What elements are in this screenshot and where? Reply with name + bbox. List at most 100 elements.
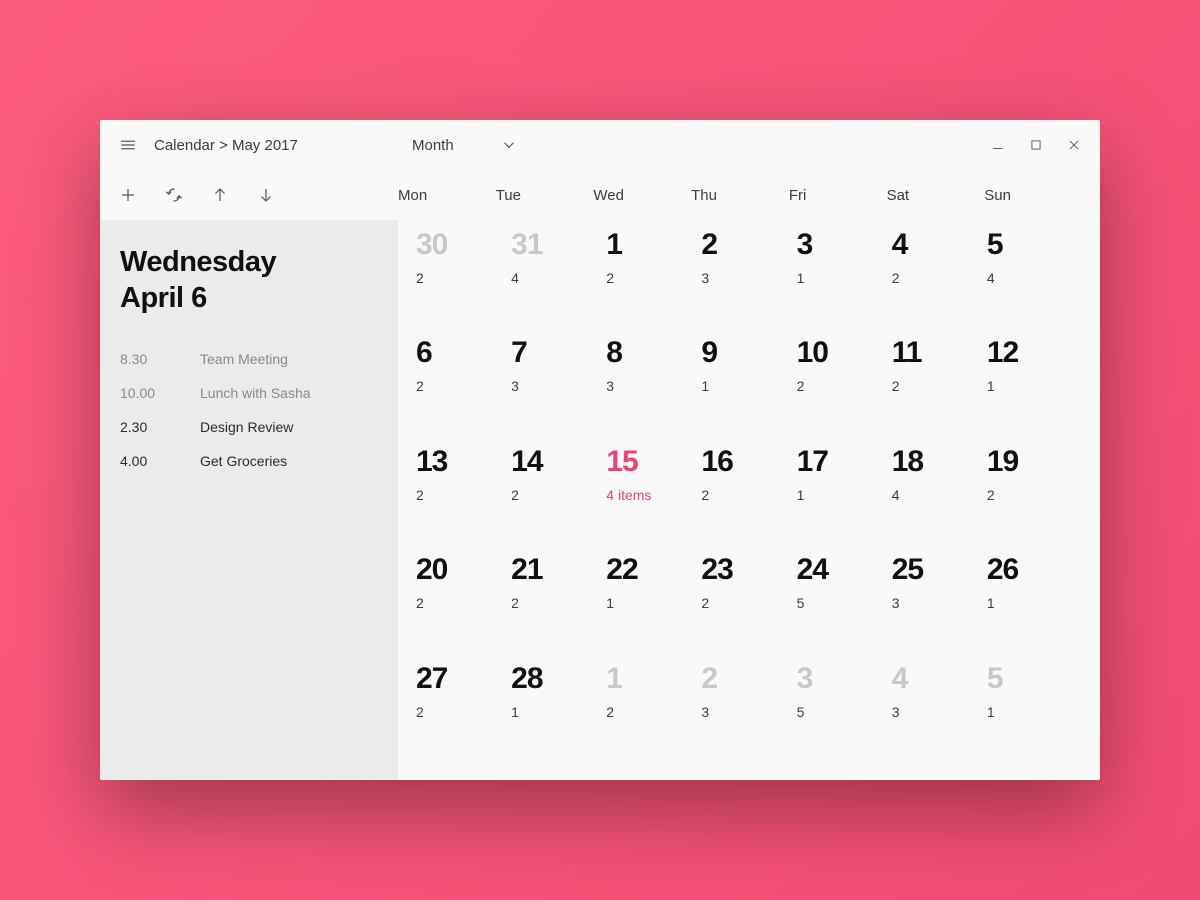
calendar-day-count: 3 bbox=[606, 378, 701, 394]
calendar-day-count: 1 bbox=[987, 378, 1082, 394]
agenda-item[interactable]: 2.30Design Review bbox=[120, 419, 378, 435]
close-button[interactable] bbox=[1066, 137, 1082, 153]
calendar-day-cell[interactable]: 202 bbox=[416, 549, 511, 657]
breadcrumb[interactable]: Calendar > May 2017 bbox=[154, 137, 298, 154]
calendar-day-number: 31 bbox=[511, 230, 606, 260]
next-button[interactable] bbox=[256, 185, 276, 205]
calendar-day-number: 27 bbox=[416, 664, 511, 694]
calendar-day-count: 2 bbox=[416, 487, 511, 503]
calendar-day-count: 2 bbox=[606, 704, 701, 720]
menu-icon[interactable] bbox=[118, 135, 138, 155]
calendar-day-count: 2 bbox=[797, 378, 892, 394]
calendar-day-count: 2 bbox=[701, 487, 796, 503]
sync-button[interactable] bbox=[164, 185, 184, 205]
agenda-item-label: Lunch with Sasha bbox=[200, 385, 311, 401]
calendar-day-cell[interactable]: 112 bbox=[892, 332, 987, 440]
calendar-day-count: 1 bbox=[987, 704, 1082, 720]
calendar-day-cell[interactable]: 261 bbox=[987, 549, 1082, 657]
calendar-day-number: 1 bbox=[606, 664, 701, 694]
selected-day-date: April 6 bbox=[120, 282, 207, 314]
calendar-day-cell[interactable]: 281 bbox=[511, 658, 606, 766]
calendar-day-cell[interactable]: 54 bbox=[987, 224, 1082, 332]
calendar-day-cell[interactable]: 253 bbox=[892, 549, 987, 657]
calendar-day-cell[interactable]: 221 bbox=[606, 549, 701, 657]
calendar-day-cell[interactable]: 42 bbox=[892, 224, 987, 332]
weekday-header: Fri bbox=[789, 187, 887, 204]
calendar-day-number: 26 bbox=[987, 555, 1082, 585]
calendar-day-cell[interactable]: 51 bbox=[987, 658, 1082, 766]
add-event-button[interactable] bbox=[118, 185, 138, 205]
calendar-day-number: 12 bbox=[987, 338, 1082, 368]
calendar-day-cell[interactable]: 192 bbox=[987, 441, 1082, 549]
calendar-day-cell[interactable]: 142 bbox=[511, 441, 606, 549]
calendar-day-cell[interactable]: 83 bbox=[606, 332, 701, 440]
calendar-day-count: 1 bbox=[606, 595, 701, 611]
calendar-day-cell[interactable]: 12 1 bbox=[987, 332, 1082, 440]
calendar-day-cell[interactable]: 12 bbox=[606, 224, 701, 332]
agenda-list: 8.30Team Meeting 10.00 Lunch with Sasha 2.3… bbox=[120, 351, 378, 469]
calendar-day-cell[interactable]: 18 4 bbox=[892, 441, 987, 549]
calendar-day-count: 3 bbox=[701, 270, 796, 286]
calendar-day-cell[interactable]: 24 5 bbox=[797, 549, 892, 657]
calendar-day-cell[interactable]: 162 bbox=[701, 441, 796, 549]
view-selector-label: Month bbox=[412, 137, 454, 154]
calendar-day-number: 4 bbox=[892, 664, 987, 694]
calendar-day-count: 2 bbox=[416, 378, 511, 394]
app-window: Calendar > May 2017 Month bbox=[100, 120, 1100, 780]
calendar-day-cell[interactable]: 154 items bbox=[606, 441, 701, 549]
calendar-day-cell[interactable]: 212 bbox=[511, 549, 606, 657]
titlebar: Calendar > May 2017 Month bbox=[100, 120, 1100, 170]
calendar-day-cell[interactable]: 43 bbox=[892, 658, 987, 766]
calendar-day-number: 20 bbox=[416, 555, 511, 585]
selected-day-title: Wednesday April 6 bbox=[120, 244, 378, 317]
agenda-item-time: 10.00 bbox=[120, 385, 194, 401]
arrow-down-icon bbox=[257, 186, 275, 204]
calendar-day-count: 2 bbox=[892, 270, 987, 286]
prev-button[interactable] bbox=[210, 185, 230, 205]
sync-icon bbox=[165, 186, 183, 204]
calendar-day-number: 21 bbox=[511, 555, 606, 585]
calendar-day-cell[interactable]: 302 bbox=[416, 224, 511, 332]
agenda-item[interactable]: 8.30Team Meeting bbox=[120, 351, 378, 367]
weekday-header: Tue bbox=[496, 187, 594, 204]
agenda-item[interactable]: 10.00 Lunch with Sasha bbox=[120, 385, 378, 401]
calendar-day-number: 30 bbox=[416, 230, 511, 260]
calendar-day-number: 24 bbox=[797, 555, 892, 585]
calendar-day-count: 1 bbox=[701, 378, 796, 394]
view-selector[interactable]: Month bbox=[412, 136, 518, 154]
calendar-day-cell[interactable]: 132 bbox=[416, 441, 511, 549]
calendar-day-cell[interactable]: 171 bbox=[797, 441, 892, 549]
calendar-day-cell[interactable]: 12 bbox=[606, 658, 701, 766]
calendar-day-number: 3 bbox=[797, 664, 892, 694]
calendar-day-count: 5 bbox=[797, 595, 892, 611]
weekday-header: Sat bbox=[887, 187, 985, 204]
calendar-day-count: 5 bbox=[797, 704, 892, 720]
agenda-item-time: 2.30 bbox=[120, 419, 194, 435]
calendar-day-count: 3 bbox=[892, 595, 987, 611]
agenda-item-label: Team Meeting bbox=[200, 351, 288, 367]
calendar-day-count: 3 bbox=[892, 704, 987, 720]
calendar-grid: 3023141223314254627383911021121211321421… bbox=[398, 220, 1100, 780]
maximize-button[interactable] bbox=[1028, 137, 1044, 153]
calendar-day-number: 18 bbox=[892, 447, 987, 477]
calendar-day-cell[interactable]: 23 bbox=[701, 658, 796, 766]
calendar-day-count: 4 bbox=[892, 487, 987, 503]
calendar-day-cell[interactable]: 73 bbox=[511, 332, 606, 440]
calendar-day-cell[interactable]: 272 bbox=[416, 658, 511, 766]
calendar-day-cell[interactable]: 35 bbox=[797, 658, 892, 766]
calendar-day-cell[interactable]: 31 bbox=[797, 224, 892, 332]
calendar-day-number: 11 bbox=[892, 338, 987, 368]
weekday-header: Thu bbox=[691, 187, 789, 204]
calendar-day-cell[interactable]: 232 bbox=[701, 549, 796, 657]
calendar-day-cell[interactable]: 23 bbox=[701, 224, 796, 332]
calendar-day-cell[interactable]: 102 bbox=[797, 332, 892, 440]
calendar-day-cell[interactable]: 314 bbox=[511, 224, 606, 332]
calendar-day-cell[interactable]: 91 bbox=[701, 332, 796, 440]
weekday-header: Sun bbox=[984, 187, 1082, 204]
weekday-header-row: MonTueWedThuFriSatSun bbox=[398, 187, 1082, 204]
minimize-button[interactable] bbox=[990, 137, 1006, 153]
calendar-day-count: 1 bbox=[797, 487, 892, 503]
calendar-day-cell[interactable]: 62 bbox=[416, 332, 511, 440]
calendar-day-count: 1 bbox=[511, 704, 606, 720]
agenda-item[interactable]: 4.00Get Groceries bbox=[120, 453, 378, 469]
